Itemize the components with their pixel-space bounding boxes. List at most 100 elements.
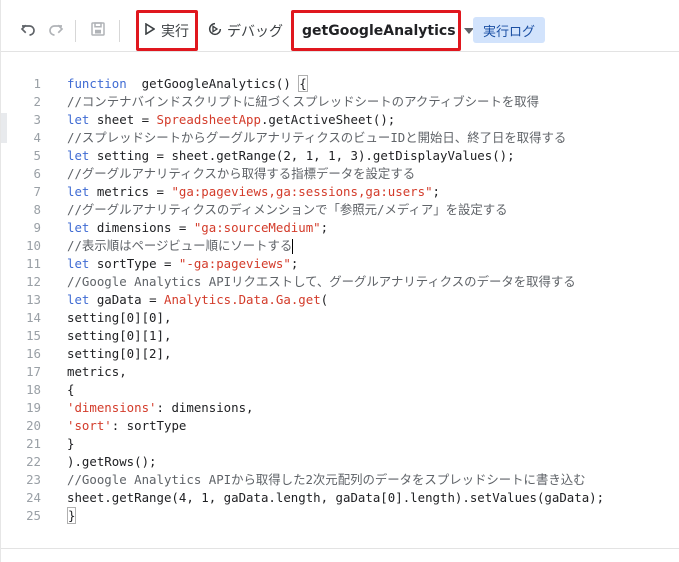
code-line-text: setting[0][0], [41,309,171,327]
code-line[interactable]: 17 metrics, [1,363,679,381]
code-line[interactable]: 4 //スプレッドシートからグーグルアナリティクスのビューIDと開始日、終了日を取… [1,129,679,147]
code-comment: //コンテナバインドスクリプトに紐づくスプレッドシートのアクティブシートを取得 [67,94,540,109]
code-keyword: let [67,148,90,163]
code-line[interactable]: 3 let sheet = SpreadsheetApp.getActiveShe… [1,111,679,129]
code-token: metrics = [89,184,172,199]
text-cursor [292,239,294,254]
code-string: 'dimensions' [67,400,157,415]
debug-button[interactable]: デバッグ [207,19,283,43]
code-class: Analytics.Data.Ga.get [164,292,321,307]
code-comment: //スプレッドシートからグーグルアナリティクスのビューIDと開始日、終了日を取得… [67,130,567,145]
code-keyword: let [67,220,90,235]
code-token: .getActiveSheet(); [260,112,396,127]
toolbar-separator [75,20,76,42]
code-line-text: //スプレッドシートからグーグルアナリティクスのビューIDと開始日、終了日を取得… [41,129,566,147]
run-button[interactable]: 実行 [136,10,198,51]
line-number: 12 [26,274,41,289]
code-line[interactable]: 21} [1,435,679,453]
code-line-text: let setting = sheet.getRange(2, 1, 1, 3)… [41,147,515,165]
code-editor[interactable]: 1 function getGoogleAnalytics() {2//コンテナバ… [1,53,679,562]
editor-bottom-border [1,548,679,549]
save-icon[interactable] [87,18,109,40]
code-token: : dimensions, [156,400,254,415]
code-token: setting = sheet.getRange(2, 1, 1, 3).get… [89,148,515,163]
redo-icon[interactable] [45,18,67,40]
code-comment: //グーグルアナリティクスのディメンションで「参照元/メディア」を設定する [67,202,508,217]
code-line-text: //コンテナバインドスクリプトに紐づくスプレッドシートのアクティブシートを取得 [41,93,539,111]
code-line[interactable]: 12 //Google Analytics APIリクエストして、グーグルアナリテ… [1,273,679,291]
code-token: sheet = [89,112,157,127]
line-number: 1 [33,76,41,91]
code-token: dimensions = [89,220,194,235]
code-token: { [67,382,75,397]
line-number: 8 [33,202,41,217]
code-line-text: let sheet = SpreadsheetApp.getActiveShee… [41,111,395,129]
code-line[interactable]: 7 let metrics = "ga:pageviews,ga:sessions… [1,183,679,201]
code-token: sheet.getRange(4, 1, gaData.length, gaDa… [67,490,605,505]
execution-log-button[interactable]: 実行ログ [473,17,545,43]
code-line[interactable]: 9 let dimensions = "ga:sourceMedium"; [1,219,679,237]
code-line[interactable]: 5 let setting = sheet.getRange(2, 1, 1, 3… [1,147,679,165]
function-select-value: getGoogleAnalytics [302,22,456,39]
line-number: 24 [26,490,41,505]
code-line[interactable]: 15 setting[0][1], [1,327,679,345]
code-line[interactable]: 18 { [1,381,679,399]
line-number: 20 [26,418,41,433]
code-line[interactable]: 14 setting[0][0], [1,309,679,327]
code-comment: //Google Analytics APIリクエストして、グーグルアナリティク… [67,274,576,289]
code-comment: //グーグルアナリティクスから取得する指標データを設定する [67,166,416,181]
code-keyword: let [67,292,90,307]
code-line[interactable]: 13 let gaData = Analytics.Data.Ga.get( [1,291,679,309]
code-line[interactable]: 25} [1,507,679,525]
line-number: 15 [26,328,41,343]
code-token: setting[0][0], [67,310,172,325]
editor-toolbar: 実行 デバッグ getGoogleAnalytics 実行ログ [1,8,679,52]
code-line[interactable]: 19 'dimensions': dimensions, [1,399,679,417]
code-token: ; [432,184,441,199]
code-line-text: metrics, [41,363,127,381]
code-line[interactable]: 1 function getGoogleAnalytics() { [1,75,679,93]
code-line-text: //Google Analytics APIから取得した2次元配列のデータをスプ… [41,471,586,489]
code-line[interactable]: 10 //表示順はページビュー順にソートする [1,237,679,255]
line-number: 19 [26,400,41,415]
line-number: 11 [26,256,41,271]
code-area[interactable]: 1 function getGoogleAnalytics() {2//コンテナバ… [1,75,679,525]
play-icon [145,22,156,39]
code-line[interactable]: 22).getRows(); [1,453,679,471]
line-number: 4 [33,130,41,145]
code-line[interactable]: 6 //グーグルアナリティクスから取得する指標データを設定する [1,165,679,183]
code-comment: //Google Analytics APIから取得した2次元配列のデータをスプ… [67,472,586,487]
code-line-text: setting[0][2], [41,345,171,363]
code-line[interactable]: 16 setting[0][2], [1,345,679,363]
line-number: 6 [33,166,41,181]
code-token: setting[0][1], [67,328,172,343]
code-line-text: } [41,435,74,453]
undo-icon[interactable] [17,18,39,40]
code-line-text: //グーグルアナリティクスのディメンションで「参照元/メディア」を設定する [41,201,508,219]
code-line-text: } [41,507,77,525]
code-line[interactable]: 24 sheet.getRange(4, 1, gaData.length, ga… [1,489,679,507]
code-line[interactable]: 23 //Google Analytics APIから取得した2次元配列のデータを… [1,471,679,489]
code-string: "-ga:pageviews" [178,256,291,271]
code-string: "ga:sourceMedium" [193,220,321,235]
code-line[interactable]: 8 //グーグルアナリティクスのディメンションで「参照元/メディア」を設定する [1,201,679,219]
code-keyword: let [67,112,90,127]
code-line-text: //グーグルアナリティクスから取得する指標データを設定する [41,165,415,183]
top-strip [1,0,679,8]
line-number: 3 [33,112,41,127]
code-line-text: function getGoogleAnalytics() { [41,75,308,93]
code-line[interactable]: 11 let sortType = "-ga:pageviews"; [1,255,679,273]
line-number: 10 [26,238,41,253]
code-token: : sortType [111,418,187,433]
code-token: metrics, [67,364,127,379]
code-line[interactable]: 20'sort': sortType [1,417,679,435]
code-token: setting[0][2], [67,346,172,361]
function-select[interactable]: getGoogleAnalytics [291,10,474,51]
code-line[interactable]: 2 //コンテナバインドスクリプトに紐づくスプレッドシートのアクティブシートを取得 [1,93,679,111]
code-line-text: //Google Analytics APIリクエストして、グーグルアナリティク… [41,273,576,291]
code-line-text: let sortType = "-ga:pageviews"; [41,255,298,273]
code-line-text: 'sort': sortType [41,417,186,435]
code-token: sortType = [89,256,179,271]
code-line-text: let gaData = Analytics.Data.Ga.get( [41,291,328,309]
matched-bracket: { [298,75,308,92]
